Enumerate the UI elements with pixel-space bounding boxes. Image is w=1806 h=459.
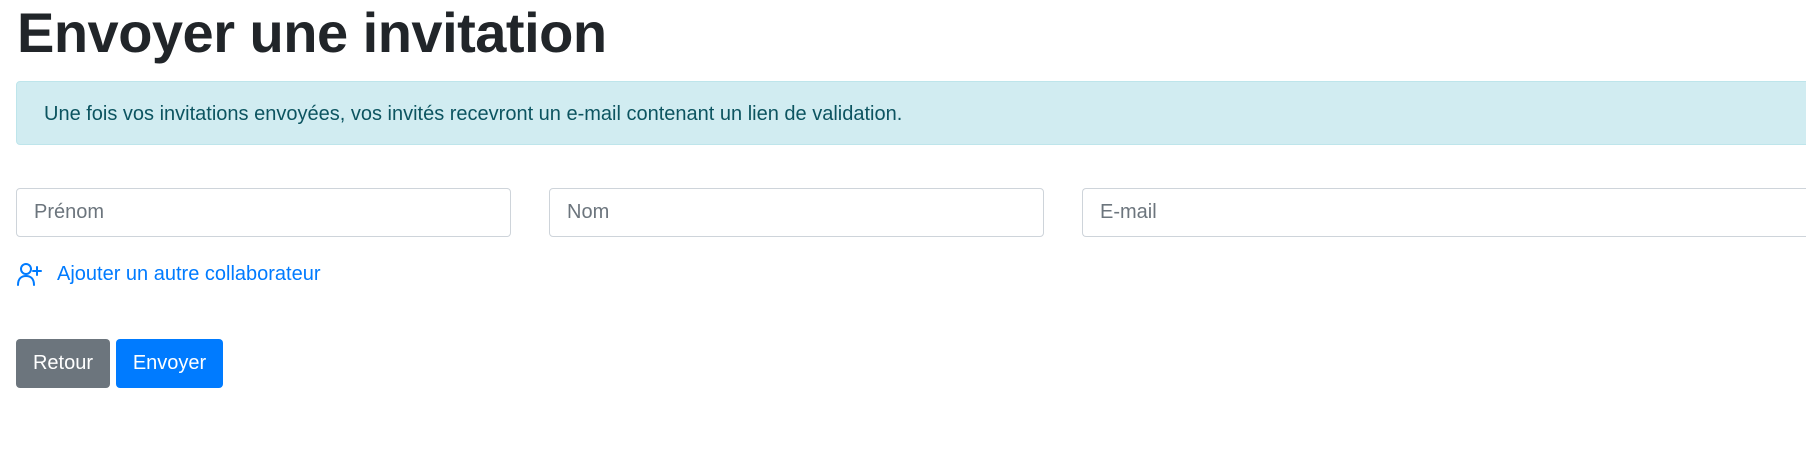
last-name-input[interactable] xyxy=(549,188,1044,237)
add-collaborator-label: Ajouter un autre collaborateur xyxy=(57,262,321,285)
info-alert-message: Une fois vos invitations envoyées, vos i… xyxy=(44,103,903,125)
page-title: Envoyer une invitation xyxy=(17,1,607,64)
invitation-page: Envoyer une invitation Une fois vos invi… xyxy=(0,0,1806,459)
user-plus-icon xyxy=(16,261,42,287)
first-name-input[interactable] xyxy=(16,188,511,237)
info-alert: Une fois vos invitations envoyées, vos i… xyxy=(16,81,1806,145)
back-button[interactable]: Retour xyxy=(16,339,110,388)
send-button[interactable]: Envoyer xyxy=(116,339,223,388)
add-collaborator-link[interactable]: Ajouter un autre collaborateur xyxy=(16,257,321,291)
email-input[interactable] xyxy=(1082,188,1806,237)
